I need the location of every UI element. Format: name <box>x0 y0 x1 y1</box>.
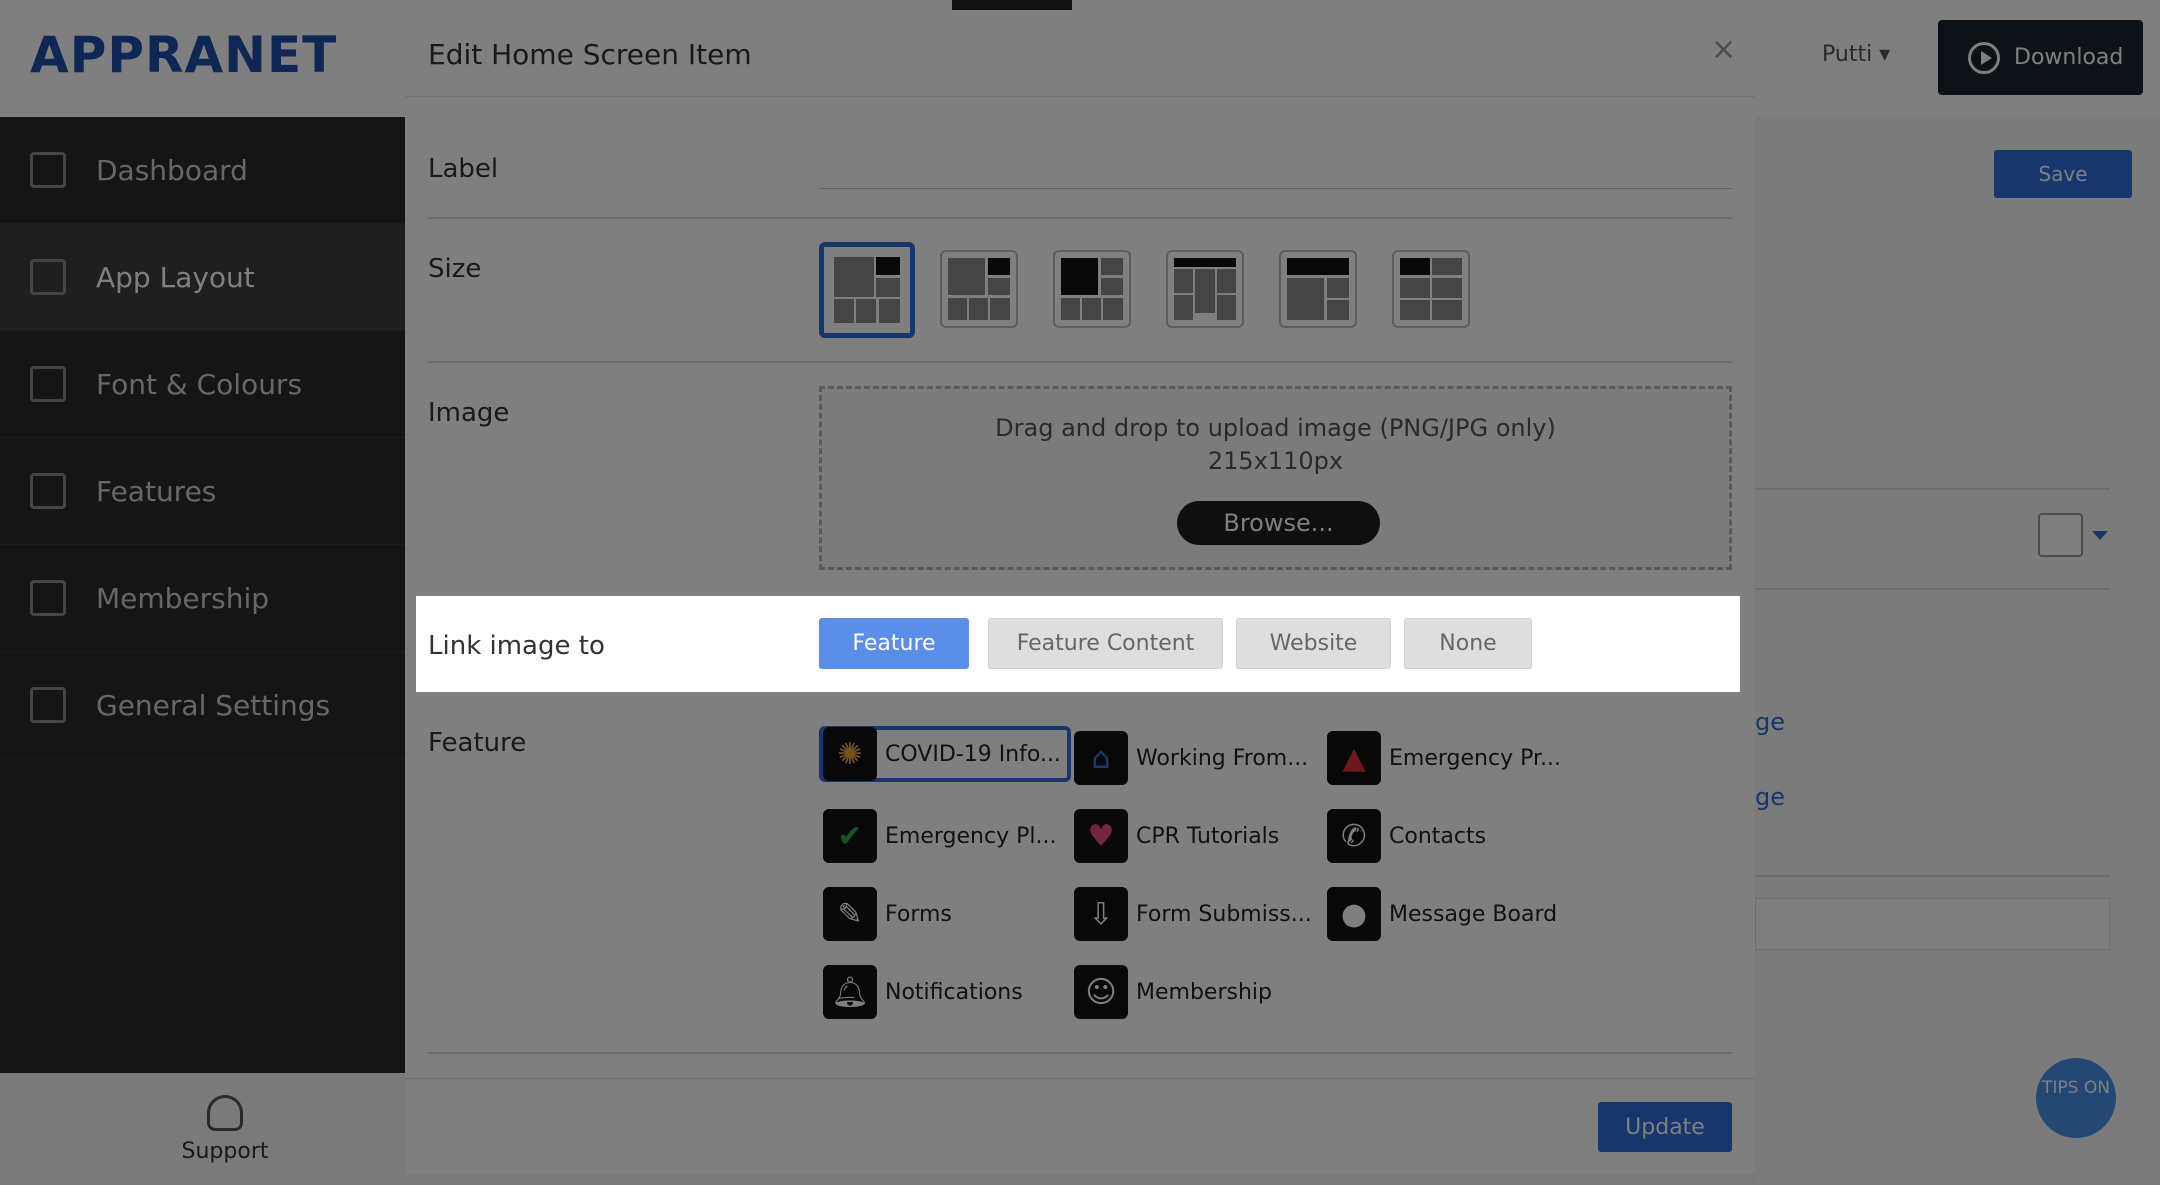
feature-item-covid19[interactable]: ✺ COVID-19 Info... <box>819 726 1071 782</box>
image-dropzone[interactable]: Drag and drop to upload image (PNG/JPG o… <box>819 386 1732 570</box>
link-image-to-row: Link image to Feature Feature Content We… <box>416 596 1740 692</box>
link-option-none[interactable]: None <box>1404 618 1532 669</box>
feature-item-label: CPR Tutorials <box>1136 823 1280 849</box>
feature-row-label: Feature <box>428 728 527 758</box>
feature-item-emergency-pr[interactable]: ▲ Emergency Pr... <box>1327 730 1561 786</box>
feature-item-label: Notifications <box>885 979 1023 1005</box>
user-circle-icon: ☺ <box>1074 965 1128 1019</box>
feature-item-label: Working From... <box>1136 745 1309 771</box>
shield-check-icon: ✔ <box>823 809 877 863</box>
size-option-1[interactable] <box>819 242 915 338</box>
close-icon[interactable]: × <box>1711 32 1736 67</box>
warning-icon: ▲ <box>1327 731 1381 785</box>
virus-icon: ✺ <box>823 727 877 781</box>
feature-item-message-board[interactable]: ● Message Board <box>1327 886 1557 942</box>
size-row-label: Size <box>428 254 482 284</box>
feature-item-label: Emergency Pr... <box>1389 745 1561 771</box>
feature-item-membership[interactable]: ☺ Membership <box>1074 964 1272 1020</box>
heart-icon: ♥ <box>1074 809 1128 863</box>
feature-item-label: COVID-19 Info... <box>885 741 1061 767</box>
divider <box>428 217 1732 219</box>
modal-title: Edit Home Screen Item <box>428 38 752 71</box>
feature-item-label: Form Submiss... <box>1136 901 1312 927</box>
house-icon: ⌂ <box>1074 731 1128 785</box>
feature-item-label: Emergency Pl... <box>885 823 1057 849</box>
size-option-4[interactable] <box>1166 250 1244 328</box>
link-option-website[interactable]: Website <box>1236 618 1391 669</box>
feature-item-contacts[interactable]: ✆ Contacts <box>1327 808 1486 864</box>
edit-icon: ✎ <box>823 887 877 941</box>
size-option-2[interactable] <box>940 250 1018 328</box>
feature-item-label: Membership <box>1136 979 1272 1005</box>
divider <box>428 361 1732 363</box>
chat-bubble-icon: ● <box>1327 887 1381 941</box>
feature-item-forms[interactable]: ✎ Forms <box>823 886 952 942</box>
size-option-5[interactable] <box>1279 250 1357 328</box>
dropzone-size: 215x110px <box>1207 447 1344 475</box>
divider <box>428 1052 1732 1054</box>
link-image-to-label: Link image to <box>428 631 605 661</box>
feature-item-label: Contacts <box>1389 823 1487 849</box>
link-option-feature-content[interactable]: Feature Content <box>988 618 1223 669</box>
bell-icon: 🔔︎ <box>823 965 877 1019</box>
feature-item-notifications[interactable]: 🔔︎ Notifications <box>823 964 1023 1020</box>
image-row-label: Image <box>428 398 510 428</box>
label-input[interactable] <box>819 139 1732 189</box>
feature-item-form-submissions[interactable]: ⇩ Form Submiss... <box>1074 886 1312 942</box>
feature-item-emergency-pl[interactable]: ✔ Emergency Pl... <box>823 808 1056 864</box>
feature-item-label: Forms <box>885 901 952 927</box>
edit-home-screen-item-modal: Edit Home Screen Item × Label Size Image… <box>405 14 1755 1174</box>
label-row-label: Label <box>428 154 499 184</box>
phone-icon: ✆ <box>1327 809 1381 863</box>
modal-footer-divider <box>405 1078 1755 1079</box>
feature-item-cpr-tutorials[interactable]: ♥ CPR Tutorials <box>1074 808 1279 864</box>
update-button[interactable]: Update <box>1598 1102 1732 1152</box>
inbox-icon: ⇩ <box>1074 887 1128 941</box>
dropzone-text: Drag and drop to upload image (PNG/JPG o… <box>995 414 1556 442</box>
modal-header: Edit Home Screen Item × <box>405 14 1755 97</box>
browse-button[interactable]: Browse... <box>1177 501 1380 545</box>
link-option-feature[interactable]: Feature <box>819 618 969 669</box>
size-option-6[interactable] <box>1392 250 1470 328</box>
feature-item-working-from[interactable]: ⌂ Working From... <box>1074 730 1308 786</box>
feature-item-label: Message Board <box>1389 901 1558 927</box>
size-option-3[interactable] <box>1053 250 1131 328</box>
